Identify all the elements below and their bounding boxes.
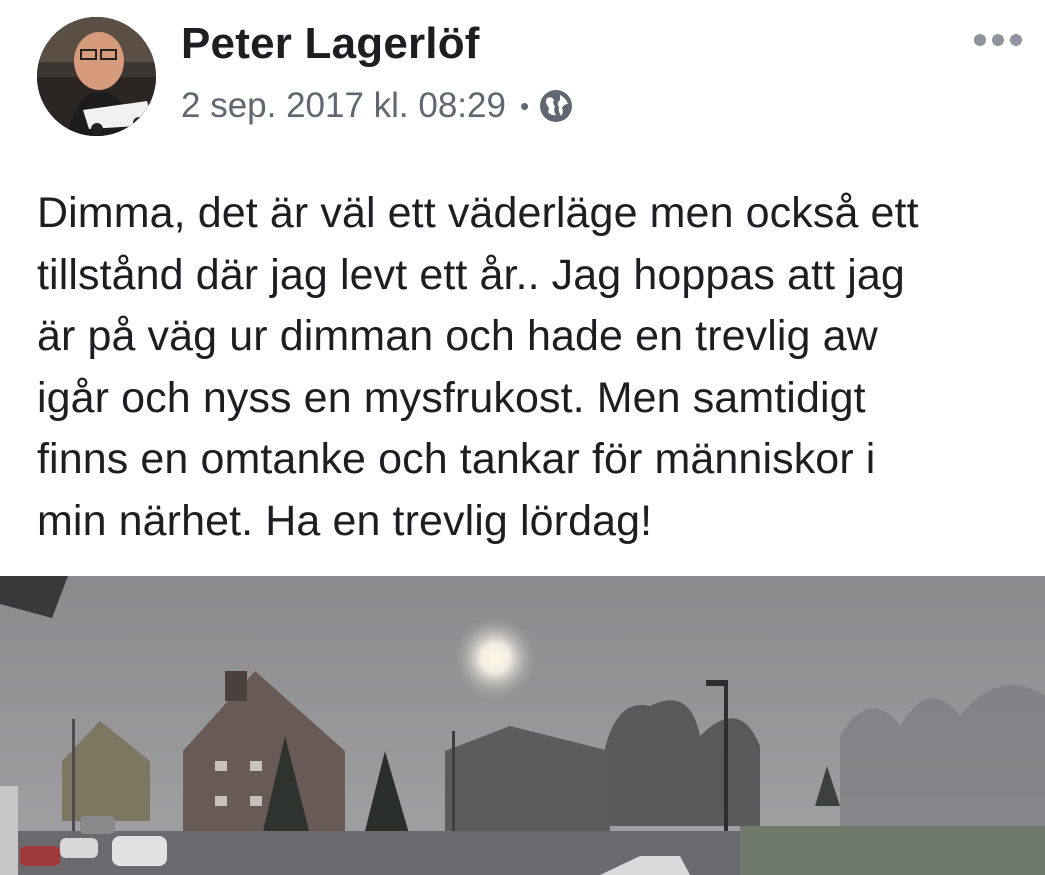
meta-separator: • [519,90,530,121]
more-dot [1010,34,1022,46]
author-avatar[interactable] [37,17,156,136]
more-options-icon[interactable] [972,26,1024,54]
post-card: Peter Lagerlöf 2 sep. 2017 kl. 08:29 • D… [0,0,1045,875]
post-meta: 2 sep. 2017 kl. 08:29 • [181,86,573,126]
post-timestamp[interactable]: 2 sep. 2017 kl. 08:29 [181,86,506,126]
more-dot [992,34,1004,46]
globe-icon[interactable] [539,89,573,123]
post-text: Dimma, det är väl ett väderläge men ocks… [37,189,919,545]
author-name[interactable]: Peter Lagerlöf [181,19,480,69]
post-photo[interactable] [0,576,1045,875]
more-dot [974,34,986,46]
